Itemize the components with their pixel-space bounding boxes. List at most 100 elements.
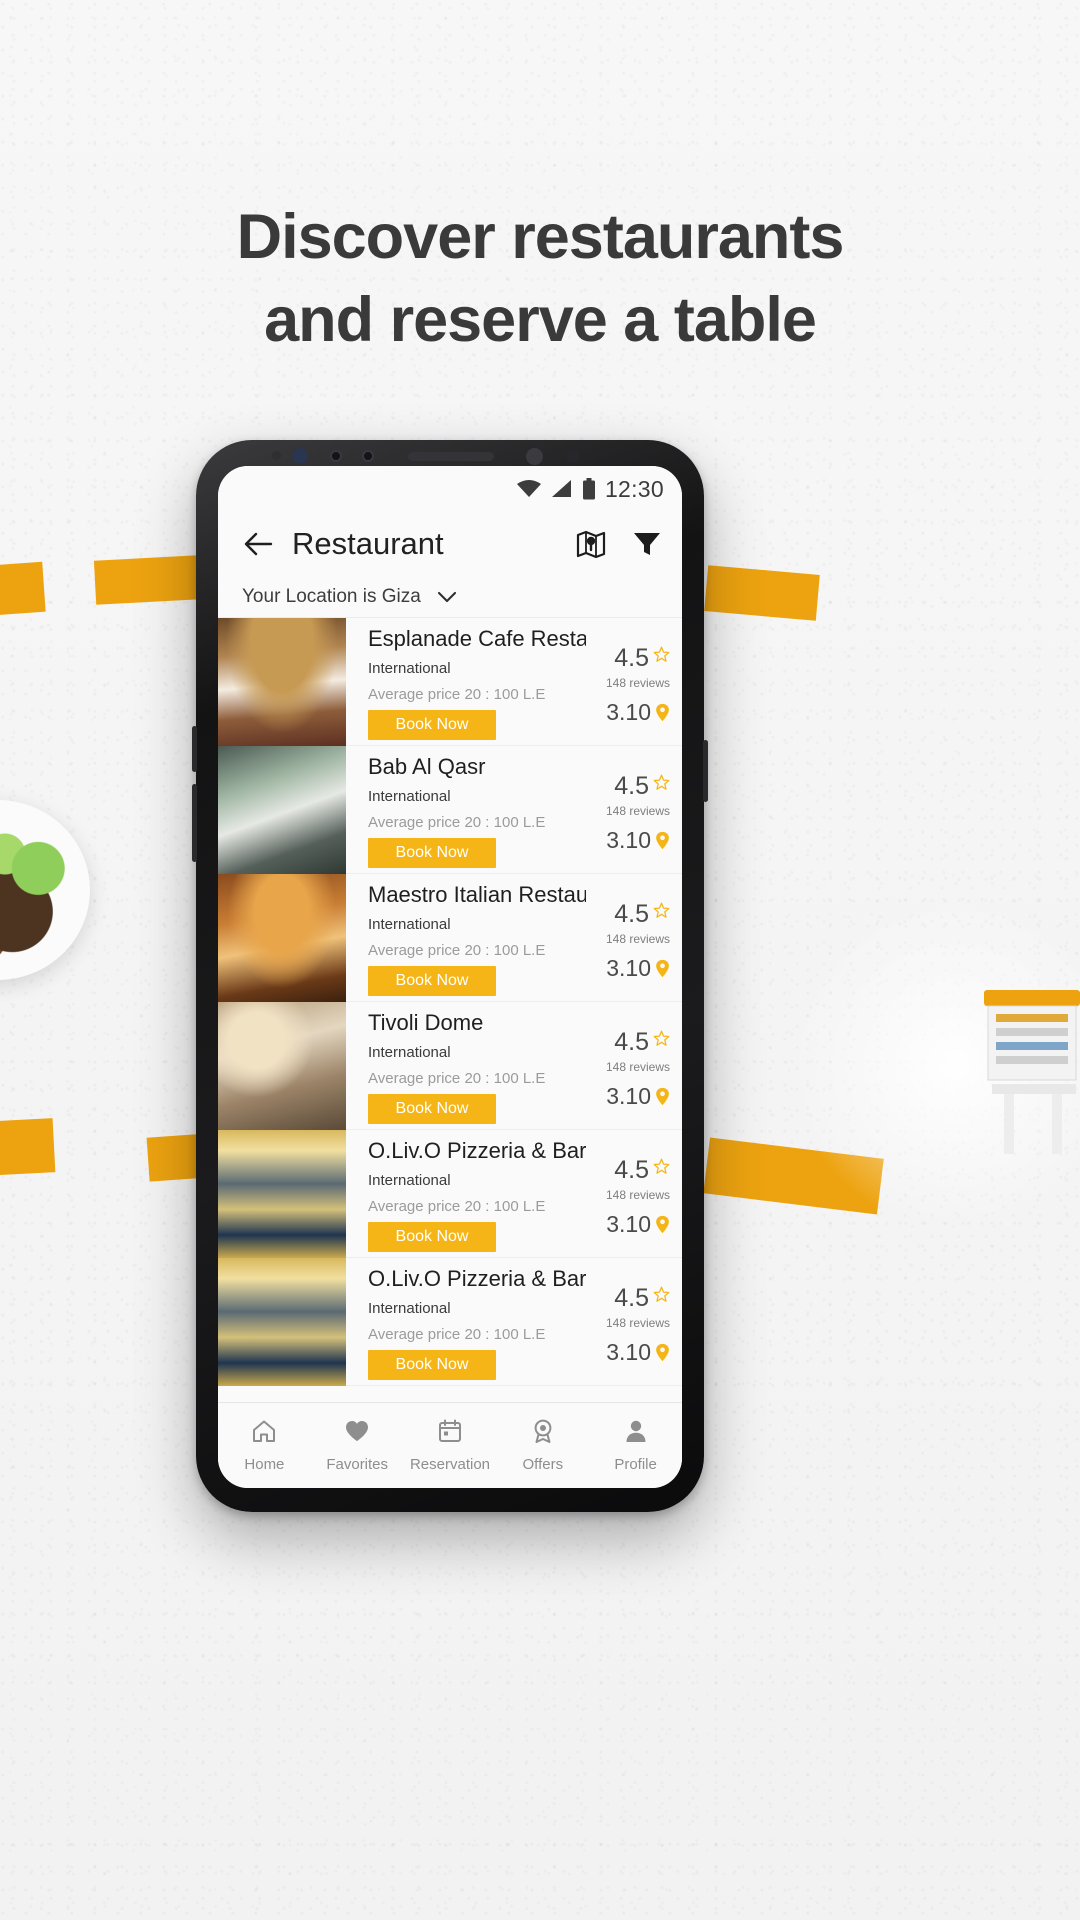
restaurant-cuisine: International [368, 1300, 451, 1317]
light-sensor-icon [362, 450, 374, 462]
distance-value: 3.10 [606, 1339, 651, 1365]
phone-screen: 12:30 Restaurant Your Location is Giza E… [218, 466, 682, 1488]
rating-value: 4.5 [614, 1028, 649, 1056]
restaurant-thumbnail [218, 874, 346, 1002]
restaurant-info: Maestro Italian Restaurant International A… [346, 874, 590, 1001]
location-pin-icon [656, 831, 669, 850]
proximity-sensor-icon [272, 451, 281, 460]
nav-item-offers[interactable]: Offers [496, 1418, 589, 1473]
back-arrow-icon[interactable] [242, 528, 274, 560]
restaurant-meta: 4.5 148 reviews 3.10 [590, 874, 682, 1001]
decorative-swatch [0, 1118, 56, 1176]
star-icon [653, 1286, 670, 1302]
restaurant-name: Maestro Italian Restaurant [368, 882, 586, 907]
person-icon [623, 1418, 649, 1449]
decorative-swatch [93, 555, 201, 605]
volume-down-button[interactable] [192, 784, 197, 862]
nav-item-label: Home [244, 1456, 285, 1473]
distance-value: 3.10 [606, 827, 651, 853]
rating-value: 4.5 [614, 644, 649, 672]
headline-line-2: and reserve a table [264, 284, 817, 355]
volume-up-button[interactable] [192, 726, 197, 772]
star-icon [653, 902, 670, 918]
restaurant-meta: 4.5 148 reviews 3.10 [590, 1130, 682, 1257]
restaurant-list-item[interactable]: O.Liv.O Pizzeria & Bar International Avera… [218, 1258, 682, 1386]
location-selector[interactable]: Your Location is Giza [218, 576, 682, 618]
restaurant-cuisine: International [368, 788, 451, 805]
star-icon [653, 1158, 670, 1174]
restaurant-list-item[interactable]: Esplanade Cafe Restaurant International Av… [218, 618, 682, 746]
book-now-button[interactable]: Book Now [368, 1222, 496, 1252]
restaurant-cuisine: International [368, 1044, 451, 1061]
map-pin-icon[interactable] [576, 529, 606, 559]
restaurant-info: Bab Al Qasr International Average price 20… [346, 746, 590, 873]
bottom-navigation[interactable]: Home Favorites Reservation Offers Profile [218, 1402, 682, 1488]
calendar-icon [437, 1418, 463, 1449]
restaurant-info: Tivoli Dome International Average price 20… [346, 1002, 590, 1129]
battery-icon [582, 478, 595, 500]
restaurant-name: Tivoli Dome [368, 1010, 484, 1035]
rating-value: 4.5 [614, 900, 649, 928]
filter-icon[interactable] [632, 529, 662, 559]
headline-line-1: Discover restaurants [236, 202, 845, 272]
restaurant-price: Average price 20 : 100 L.E [368, 1198, 546, 1215]
restaurant-cuisine: International [368, 660, 451, 677]
home-icon [251, 1418, 277, 1449]
restaurant-meta: 4.5 148 reviews 3.10 [590, 1002, 682, 1129]
restaurant-price: Average price 20 : 100 L.E [368, 686, 546, 703]
distance-value: 3.10 [606, 699, 651, 725]
status-time: 12:30 [604, 475, 664, 502]
restaurant-name: Bab Al Qasr [368, 754, 486, 779]
rating-value: 4.5 [614, 1284, 649, 1312]
nav-item-label: Reservation [409, 1456, 491, 1473]
restaurant-list-item[interactable]: Tivoli Dome International Average price 20… [218, 1002, 682, 1130]
restaurant-price: Average price 20 : 100 L.E [368, 1070, 546, 1087]
distance-value: 3.10 [606, 1211, 651, 1237]
restaurant-list[interactable]: Esplanade Cafe Restaurant International Av… [218, 618, 682, 1402]
cellular-signal-icon [551, 480, 571, 497]
restaurant-info: O.Liv.O Pizzeria & Bar International Avera… [346, 1130, 590, 1257]
review-count: 148 reviews [605, 932, 670, 946]
book-now-button[interactable]: Book Now [368, 710, 496, 740]
star-icon [653, 774, 670, 790]
review-count: 148 reviews [605, 676, 670, 690]
led-indicator-icon [566, 450, 579, 463]
restaurant-meta: 4.5 148 reviews 3.10 [590, 746, 682, 873]
page-title: Discover restaurants and reserve a table [0, 196, 1080, 361]
review-count: 148 reviews [605, 1316, 670, 1330]
nav-item-label: Profile [614, 1456, 657, 1473]
power-button[interactable] [703, 740, 708, 802]
book-now-button[interactable]: Book Now [368, 838, 496, 868]
location-pin-icon [656, 703, 669, 722]
app-header: Restaurant [218, 512, 682, 576]
book-now-button[interactable]: Book Now [368, 966, 496, 996]
restaurant-name: O.Liv.O Pizzeria & Bar [368, 1266, 586, 1291]
nav-item-profile[interactable]: Profile [589, 1418, 682, 1473]
front-camera-icon [292, 448, 308, 464]
phone-mockup: 12:30 Restaurant Your Location is Giza E… [192, 440, 708, 1512]
restaurant-meta: 4.5 148 reviews 3.10 [590, 1258, 682, 1385]
restaurant-cuisine: International [368, 1172, 451, 1189]
book-now-button[interactable]: Book Now [368, 1094, 496, 1124]
book-now-button[interactable]: Book Now [368, 1350, 496, 1380]
restaurant-thumbnail [218, 1130, 346, 1258]
restaurant-list-item[interactable]: Maestro Italian Restaurant International A… [218, 874, 682, 1002]
restaurant-info: O.Liv.O Pizzeria & Bar International Avera… [346, 1258, 590, 1385]
star-icon [653, 646, 670, 662]
restaurant-thumbnail [218, 618, 346, 746]
restaurant-price: Average price 20 : 100 L.E [368, 942, 546, 959]
status-bar: 12:30 [218, 466, 682, 512]
nav-item-label: Offers [522, 1456, 564, 1473]
nav-item-reservation[interactable]: Reservation [404, 1418, 497, 1473]
decorative-swatch [704, 565, 820, 621]
restaurant-meta: 4.5 148 reviews 3.10 [590, 618, 682, 745]
nav-item-home[interactable]: Home [218, 1418, 311, 1473]
restaurant-name: Esplanade Cafe Restaurant [368, 626, 586, 651]
phone-top-sensors [196, 440, 704, 466]
chevron-down-icon[interactable] [437, 591, 457, 603]
restaurant-thumbnail [218, 746, 346, 874]
nav-item-favorites[interactable]: Favorites [311, 1418, 404, 1473]
restaurant-list-item[interactable]: Bab Al Qasr International Average price 20… [218, 746, 682, 874]
rating-value: 4.5 [614, 1156, 649, 1184]
restaurant-list-item[interactable]: O.Liv.O Pizzeria & Bar International Avera… [218, 1130, 682, 1258]
